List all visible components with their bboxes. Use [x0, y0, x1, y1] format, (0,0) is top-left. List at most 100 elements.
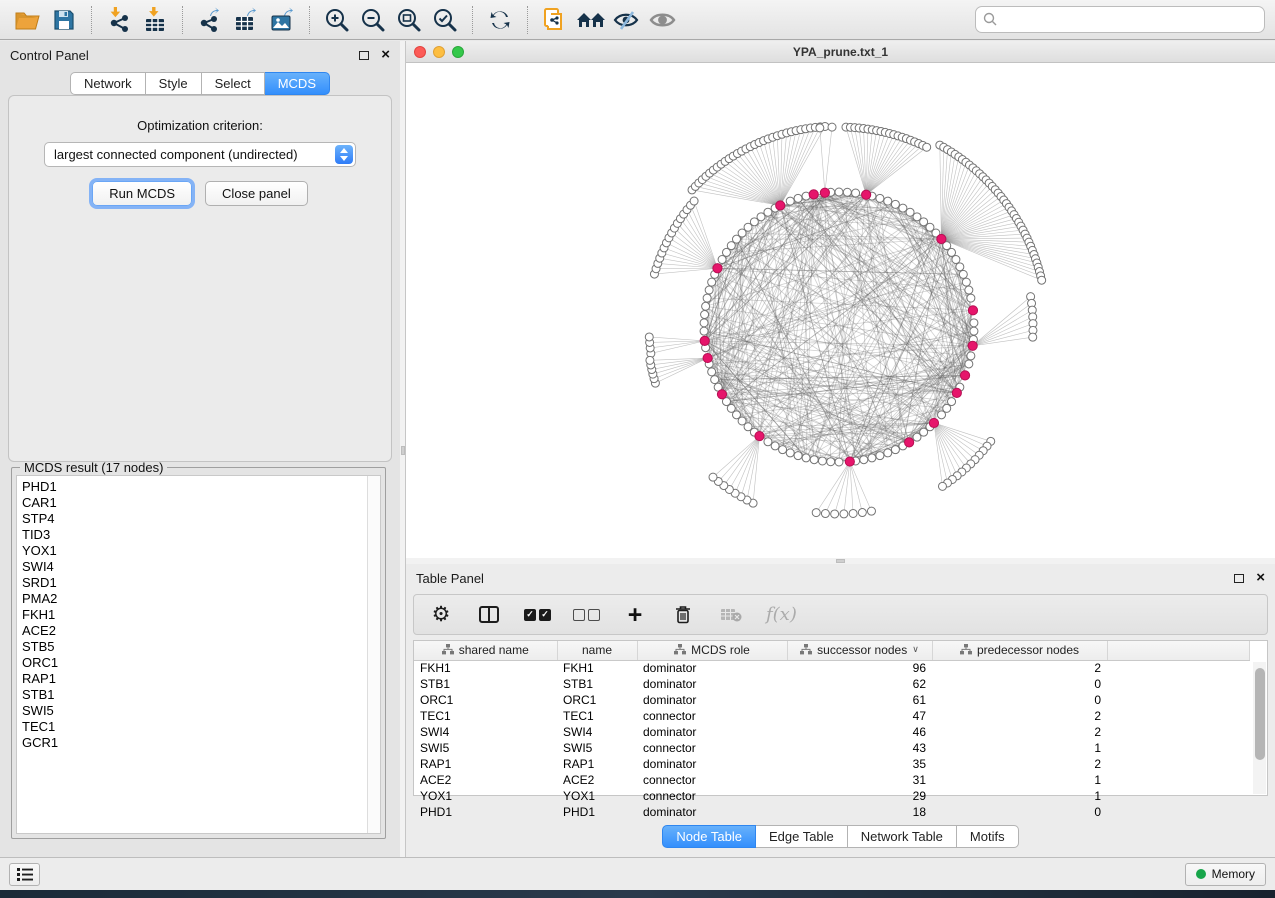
delete-column-icon[interactable] — [670, 601, 696, 629]
export-image-icon[interactable] — [264, 4, 300, 36]
open-file-icon[interactable] — [10, 4, 46, 36]
table-cell[interactable]: PHD1 — [414, 804, 557, 820]
table-cell[interactable]: PHD1 — [557, 804, 637, 820]
mcds-result-item[interactable]: SWI5 — [22, 703, 380, 719]
table-cell[interactable]: 46 — [787, 724, 932, 740]
table-cell[interactable]: ACE2 — [414, 772, 557, 788]
mcds-result-item[interactable]: TID3 — [22, 527, 380, 543]
table-cell[interactable]: SWI5 — [557, 740, 637, 756]
table-cell[interactable]: dominator — [637, 756, 787, 772]
splitter-grip[interactable] — [401, 446, 405, 455]
mcds-result-item[interactable]: YOX1 — [22, 543, 380, 559]
table-cell[interactable]: connector — [637, 788, 787, 804]
table-cell[interactable]: connector — [637, 772, 787, 788]
save-session-icon[interactable] — [46, 4, 82, 36]
zoom-fit-icon[interactable] — [391, 4, 427, 36]
table-cell[interactable]: 1 — [932, 772, 1107, 788]
deselect-all-icon[interactable] — [573, 601, 600, 629]
zoom-out-icon[interactable] — [355, 4, 391, 36]
column-header-name[interactable]: name — [557, 641, 637, 660]
table-cell[interactable]: ACE2 — [557, 772, 637, 788]
table-row[interactable]: FKH1FKH1dominator962 — [414, 660, 1250, 676]
table-cell[interactable]: connector — [637, 740, 787, 756]
table-cell[interactable]: dominator — [637, 804, 787, 820]
mcds-result-item[interactable]: FKH1 — [22, 607, 380, 623]
table-cell[interactable]: 18 — [787, 804, 932, 820]
table-row[interactable]: SWI4SWI4dominator462 — [414, 724, 1250, 740]
tab-mcds[interactable]: MCDS — [265, 72, 330, 95]
mcds-result-item[interactable]: STB5 — [22, 639, 380, 655]
table-cell[interactable]: ORC1 — [557, 692, 637, 708]
import-network-icon[interactable] — [101, 4, 137, 36]
refresh-icon[interactable] — [482, 4, 518, 36]
column-header-predecessor-nodes[interactable]: predecessor nodes — [932, 641, 1107, 660]
column-header-mcds-role[interactable]: MCDS role — [637, 641, 787, 660]
table-cell[interactable]: TEC1 — [557, 708, 637, 724]
hide-details-icon[interactable] — [609, 4, 645, 36]
table-cell[interactable]: 29 — [787, 788, 932, 804]
tab-motifs[interactable]: Motifs — [957, 825, 1019, 848]
table-cell[interactable]: TEC1 — [414, 708, 557, 724]
table-cell[interactable]: 47 — [787, 708, 932, 724]
table-cell[interactable] — [1107, 772, 1250, 788]
table-row[interactable]: STB1STB1dominator620 — [414, 676, 1250, 692]
table-cell[interactable]: FKH1 — [414, 660, 557, 676]
result-list-scrollbar[interactable] — [367, 476, 380, 833]
mcds-result-item[interactable]: SWI4 — [22, 559, 380, 575]
table-cell[interactable] — [1107, 676, 1250, 692]
add-column-icon[interactable]: + — [622, 601, 648, 629]
float-panel-icon[interactable] — [1234, 574, 1244, 583]
select-all-icon[interactable]: ✓✓ — [524, 601, 551, 629]
zoom-in-icon[interactable] — [319, 4, 355, 36]
table-cell[interactable]: SWI4 — [414, 724, 557, 740]
tab-edge-table[interactable]: Edge Table — [756, 825, 848, 848]
table-row[interactable]: ORC1ORC1dominator610 — [414, 692, 1250, 708]
clone-network-icon[interactable] — [537, 4, 573, 36]
show-details-icon[interactable] — [645, 4, 681, 36]
tab-style[interactable]: Style — [146, 72, 202, 95]
table-cell[interactable]: ORC1 — [414, 692, 557, 708]
table-cell[interactable]: 43 — [787, 740, 932, 756]
mcds-result-item[interactable]: SRD1 — [22, 575, 380, 591]
close-panel-icon[interactable]: × — [381, 50, 390, 60]
table-cell[interactable]: STB1 — [557, 676, 637, 692]
tab-node-table[interactable]: Node Table — [662, 825, 756, 848]
close-panel-icon[interactable]: × — [1256, 573, 1265, 583]
table-cell[interactable]: 96 — [787, 660, 932, 676]
table-row[interactable]: RAP1RAP1dominator352 — [414, 756, 1250, 772]
table-cell[interactable] — [1107, 756, 1250, 772]
network-canvas[interactable] — [406, 63, 1275, 558]
table-cell[interactable]: 62 — [787, 676, 932, 692]
memory-button[interactable]: Memory — [1185, 863, 1266, 886]
table-cell[interactable]: dominator — [637, 724, 787, 740]
mcds-result-item[interactable]: ORC1 — [22, 655, 380, 671]
gear-icon[interactable]: ⚙ — [428, 601, 454, 629]
table-cell[interactable] — [1107, 740, 1250, 756]
table-cell[interactable]: 0 — [932, 692, 1107, 708]
table-cell[interactable]: 1 — [932, 788, 1107, 804]
show-panels-button[interactable] — [9, 863, 40, 886]
criterion-dropdown[interactable]: largest connected component (undirected) — [44, 142, 356, 167]
import-table-icon[interactable] — [137, 4, 173, 36]
export-network-icon[interactable] — [192, 4, 228, 36]
table-cell[interactable]: RAP1 — [557, 756, 637, 772]
table-cell[interactable]: 0 — [932, 804, 1107, 820]
mcds-result-item[interactable]: PMA2 — [22, 591, 380, 607]
table-cell[interactable] — [1107, 692, 1250, 708]
table-scrollbar-thumb[interactable] — [1255, 668, 1265, 760]
table-cell[interactable]: dominator — [637, 692, 787, 708]
table-cell[interactable]: STB1 — [414, 676, 557, 692]
column-header-successor-nodes[interactable]: successor nodes ∨ — [787, 641, 932, 660]
table-cell[interactable]: SWI4 — [557, 724, 637, 740]
export-table-icon[interactable] — [228, 4, 264, 36]
splitter-grip[interactable] — [836, 559, 845, 563]
mcds-result-item[interactable]: STB1 — [22, 687, 380, 703]
mcds-result-item[interactable]: TEC1 — [22, 719, 380, 735]
table-cell[interactable]: 1 — [932, 740, 1107, 756]
mcds-result-item[interactable]: CAR1 — [22, 495, 380, 511]
tab-network[interactable]: Network — [70, 72, 146, 95]
mcds-result-item[interactable]: STP4 — [22, 511, 380, 527]
run-mcds-button[interactable]: Run MCDS — [92, 181, 192, 206]
table-cell[interactable]: 2 — [932, 708, 1107, 724]
table-cell[interactable]: RAP1 — [414, 756, 557, 772]
